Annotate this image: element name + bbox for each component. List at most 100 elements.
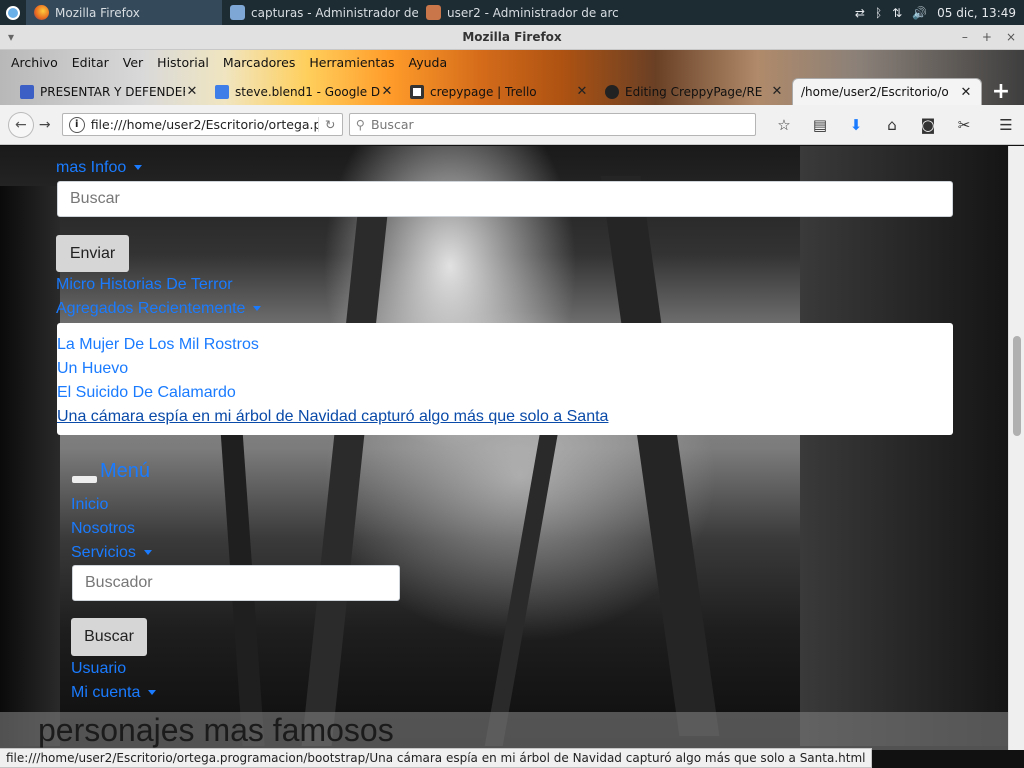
tab-label: /home/user2/Escritorio/o — [801, 85, 949, 99]
downloads-icon[interactable]: ⬇ — [838, 110, 874, 140]
status-bar: file:///home/user2/Escritorio/ortega.pro… — [0, 748, 873, 768]
section-heading: personajes mas famosos — [38, 712, 394, 748]
menu-editar[interactable]: Editar — [65, 55, 116, 70]
background-tree — [0, 186, 60, 746]
url-bar[interactable]: i file:///home/user2/Escritorio/ortega.p… — [61, 113, 343, 136]
tab-google-docs[interactable]: steve.blend1 - Google D ✕ — [207, 78, 402, 105]
tab-presentar[interactable]: PRESENTAR Y DEFENDER ✕ — [12, 78, 207, 105]
top-search-input[interactable]: Buscar — [57, 181, 953, 217]
tab-strip: PRESENTAR Y DEFENDER ✕ steve.blend1 - Go… — [0, 74, 1024, 105]
background-tree — [301, 206, 389, 746]
recent-dropdown-menu: La Mujer De Los Mil Rostros Un Huevo El … — [57, 323, 953, 435]
github-icon — [605, 84, 619, 99]
site-info-icon[interactable]: i — [68, 116, 85, 133]
menubar: Archivo Editar Ver Historial Marcadores … — [0, 50, 1024, 74]
finder-input[interactable]: Buscador — [72, 565, 400, 601]
close-tab-icon[interactable]: ✕ — [575, 84, 589, 99]
close-tab-icon[interactable]: ✕ — [959, 85, 973, 100]
chevron-down-icon — [253, 306, 262, 312]
close-tab-icon[interactable]: ✕ — [770, 84, 784, 99]
finder-search-button[interactable]: Buscar — [71, 618, 147, 656]
tab-github[interactable]: Editing CreppyPage/RE ✕ — [597, 78, 792, 105]
taskbar-app-firefox[interactable]: Mozilla Firefox — [26, 0, 222, 25]
system-tray: ⇄ ᛒ ⇅ 🔊 05 dic, 13:49 — [855, 6, 1024, 20]
scrollbar-thumb[interactable] — [1013, 336, 1021, 436]
nav-link-nosotros[interactable]: Nosotros — [71, 520, 135, 538]
chevron-down-icon — [148, 690, 157, 696]
window-menu-icon[interactable]: ▾ — [8, 30, 14, 44]
window-title: Mozilla Firefox — [462, 30, 562, 44]
chevron-down-icon — [143, 550, 152, 556]
bluetooth-icon[interactable]: ᛒ — [875, 6, 882, 20]
tab-label: Editing CreppyPage/RE — [625, 84, 763, 99]
account-label: Mi cuenta — [71, 684, 141, 701]
tab-label: PRESENTAR Y DEFENDER — [40, 84, 185, 99]
nav-link-inicio[interactable]: Inicio — [71, 496, 108, 514]
start-menu-button[interactable] — [0, 0, 26, 25]
page-scrollbar[interactable] — [1008, 146, 1024, 750]
home-icon[interactable]: ⌂ — [874, 110, 910, 140]
extension-icon[interactable]: ✂ — [946, 110, 982, 140]
network-transfer-icon[interactable]: ⇅ — [892, 6, 902, 20]
trello-icon — [410, 84, 424, 99]
recent-item-calamardo[interactable]: El Suicido De Calamardo — [57, 381, 953, 405]
forward-arrow-icon: → — [38, 116, 51, 133]
tab-trello[interactable]: crepypage | Trello ✕ — [402, 78, 597, 105]
close-button[interactable]: × — [1006, 30, 1016, 44]
nav-link-servicios[interactable]: Servicios — [71, 544, 152, 562]
clock[interactable]: 05 dic, 13:49 — [937, 6, 1016, 20]
recent-item-huevo[interactable]: Un Huevo — [57, 357, 953, 381]
send-button-label: Enviar — [69, 244, 116, 262]
hamburger-menu-icon[interactable]: ☰ — [988, 110, 1024, 140]
folder-icon — [230, 5, 245, 20]
bookmark-star-icon[interactable]: ☆ — [766, 110, 802, 140]
recent-link[interactable]: Agregados Recientemente — [56, 300, 262, 318]
new-tab-button[interactable]: + — [986, 78, 1016, 105]
menu-ayuda[interactable]: Ayuda — [402, 55, 455, 70]
close-tab-icon[interactable]: ✕ — [185, 84, 199, 99]
send-button[interactable]: Enviar — [56, 235, 129, 272]
menu-marcadores[interactable]: Marcadores — [216, 55, 303, 70]
volume-icon[interactable]: 🔊 — [912, 6, 927, 20]
network-plug-icon[interactable]: ⇄ — [855, 6, 865, 20]
pocket-icon[interactable]: ◙ — [910, 110, 946, 140]
top-search-placeholder: Buscar — [70, 190, 120, 207]
recent-item-camara[interactable]: Una cámara espía en mi árbol de Navidad … — [57, 405, 953, 429]
forward-button[interactable]: → — [34, 114, 56, 136]
search-bar[interactable]: ⚲ Buscar — [348, 113, 756, 136]
account-link[interactable]: Mi cuenta — [71, 684, 157, 702]
tab-local-file[interactable]: /home/user2/Escritorio/o ✕ — [792, 78, 982, 105]
taskbar-app-file-manager[interactable]: capturas - Administrador de ... — [222, 0, 418, 25]
back-button[interactable]: ← — [8, 111, 34, 138]
servicios-label: Servicios — [71, 544, 136, 561]
back-arrow-icon: ← — [15, 116, 27, 133]
menu-toggle-icon[interactable] — [72, 476, 97, 483]
menu-herramientas[interactable]: Herramientas — [302, 55, 401, 70]
start-menu-icon — [6, 5, 20, 20]
taskbar-app-home-manager[interactable]: user2 - Administrador de arc... — [418, 0, 618, 25]
firefox-icon — [34, 5, 49, 20]
taskbar-app-label: user2 - Administrador de arc... — [447, 5, 618, 20]
recent-item-mujer[interactable]: La Mujer De Los Mil Rostros — [57, 333, 953, 357]
close-tab-icon[interactable]: ✕ — [380, 84, 394, 99]
chevron-down-icon — [134, 165, 143, 171]
finder-placeholder: Buscador — [85, 574, 153, 591]
finder-button-label: Buscar — [84, 628, 134, 645]
menu-historial[interactable]: Historial — [150, 55, 216, 70]
toolbar-icons: ☆ ▤ ⬇ ⌂ ◙ ✂ ☰ — [766, 110, 1024, 140]
minimize-button[interactable]: – — [962, 30, 968, 44]
menu-ver[interactable]: Ver — [116, 55, 150, 70]
user-link[interactable]: Usuario — [71, 660, 126, 678]
maximize-button[interactable]: + — [982, 30, 992, 44]
menu-title[interactable]: Menú — [100, 460, 150, 483]
more-info-link[interactable]: mas Infoo — [56, 159, 143, 177]
more-info-label: mas Infoo — [56, 159, 127, 176]
reload-icon[interactable]: ↻ — [317, 117, 342, 132]
window-titlebar: ▾ Mozilla Firefox – + × — [0, 25, 1024, 50]
micro-stories-link[interactable]: Micro Historias De Terror — [56, 276, 233, 294]
reading-list-icon[interactable]: ▤ — [802, 110, 838, 140]
url-text[interactable]: file:///home/user2/Escritorio/ortega.p — [91, 117, 318, 132]
menu-archivo[interactable]: Archivo — [4, 55, 65, 70]
page-viewport: mas Infoo Buscar Enviar Micro Historias … — [0, 146, 1008, 750]
desktop-taskbar: Mozilla Firefox capturas - Administrador… — [0, 0, 1024, 25]
